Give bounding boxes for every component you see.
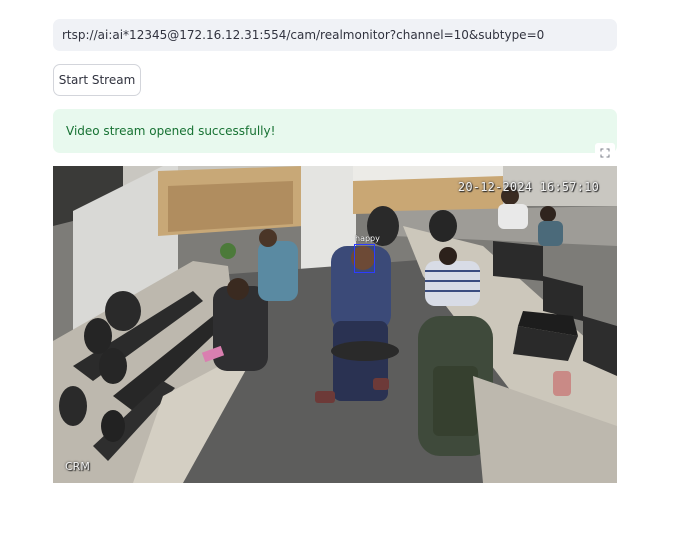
camera-label: CRM [65,460,90,473]
video-timestamp: 20-12-2024 16:57:10 [457,180,599,194]
success-alert: Video stream opened successfully! [53,109,617,153]
video-stream-frame: happy 20-12-2024 16:57:10 CRM [53,166,617,483]
start-stream-button[interactable]: Start Stream [53,64,141,96]
fullscreen-icon [600,143,610,162]
app-page: Start Stream Video stream opened success… [0,0,680,559]
office-camera-scene [53,166,617,483]
face-detection-label: happy [355,234,380,243]
face-detection-box [354,244,375,273]
success-alert-message: Video stream opened successfully! [66,124,276,138]
rtsp-url-input[interactable] [53,19,617,51]
fullscreen-button[interactable] [595,143,615,161]
